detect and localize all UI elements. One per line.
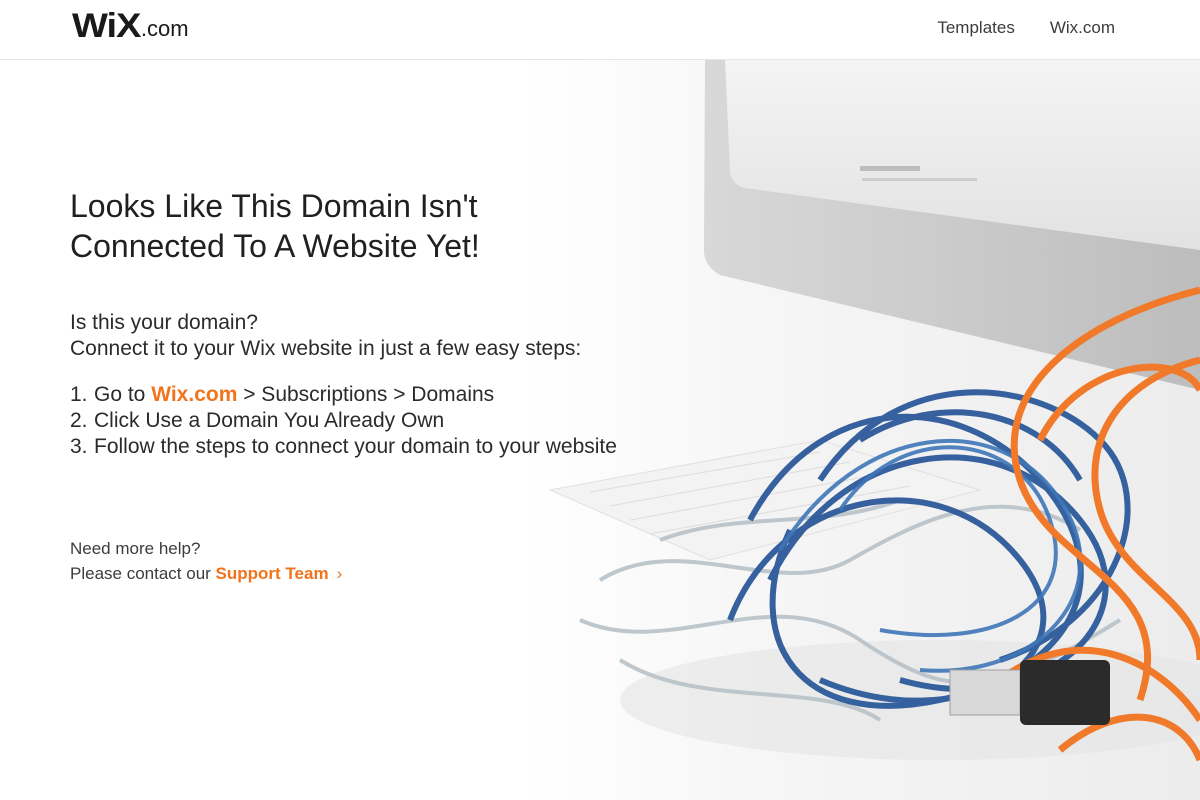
title-line-2: Connected To A Website Yet! <box>70 228 480 264</box>
step-item: 2. Click Use a Domain You Already Own <box>70 408 670 434</box>
step-suffix: > Subscriptions > Domains <box>237 383 495 406</box>
steps-list: 1. Go to Wix.com > Subscriptions > Domai… <box>70 382 670 460</box>
main-content: Looks Like This Domain Isn't Connected T… <box>70 186 670 460</box>
step-item: 3. Follow the steps to connect your doma… <box>70 434 670 460</box>
step-text: Follow the steps to connect your domain … <box>94 435 617 458</box>
logo-suffix: .com <box>140 16 189 41</box>
support-team-link[interactable]: Support Team <box>216 564 329 583</box>
help-section: Need more help? Please contact our Suppo… <box>70 536 342 586</box>
step-item: 1. Go to Wix.com > Subscriptions > Domai… <box>70 382 670 408</box>
logo-wordmark: WiX <box>72 7 141 45</box>
page-title: Looks Like This Domain Isn't Connected T… <box>70 186 670 266</box>
step-prefix: Go to <box>94 383 152 406</box>
title-line-1: Looks Like This Domain Isn't <box>70 188 478 224</box>
wix-com-link[interactable]: Wix.com <box>151 383 237 406</box>
chevron-right-icon: › <box>336 564 343 583</box>
step-text: Go to Wix.com > Subscriptions > Domains <box>94 382 494 408</box>
nav-wix-link[interactable]: Wix.com <box>1050 18 1115 38</box>
step-number: 2. <box>70 409 88 432</box>
top-nav: Templates Wix.com <box>937 18 1115 38</box>
help-heading: Need more help? <box>70 539 201 558</box>
intro-line-2: Connect it to your Wix website in just a… <box>70 337 582 360</box>
intro-text: Is this your domain? Connect it to your … <box>70 310 670 362</box>
step-number: 3. <box>70 435 88 458</box>
help-contact-line: Please contact our Support Team › <box>70 561 342 586</box>
intro-line-1: Is this your domain? <box>70 311 258 334</box>
nav-templates-link[interactable]: Templates <box>937 18 1014 38</box>
step-number: 1. <box>70 383 88 406</box>
top-header: WiX .com Templates Wix.com <box>0 0 1200 60</box>
step-text: Click Use a Domain You Already Own <box>94 409 445 432</box>
wix-logo[interactable]: WiX .com <box>72 7 189 45</box>
help-prefix: Please contact our <box>70 564 216 583</box>
